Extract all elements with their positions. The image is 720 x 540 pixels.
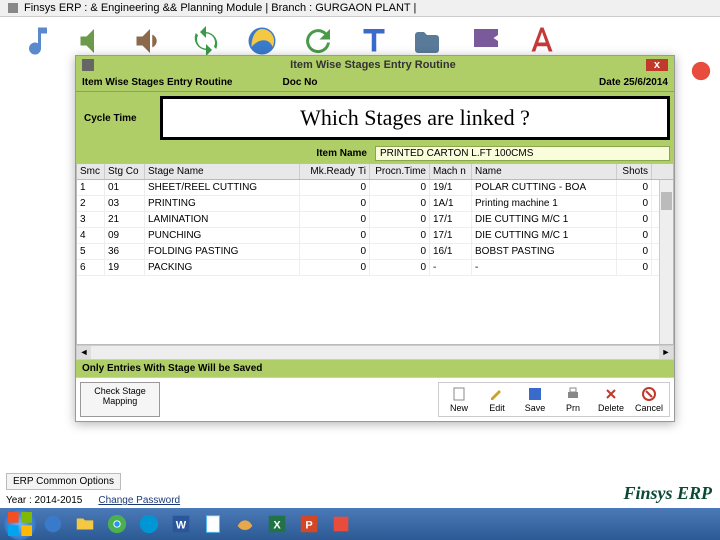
taskbar-ie-icon[interactable]: [38, 510, 68, 538]
action-buttons: New Edit Save Prn Delete Cancel: [438, 382, 670, 417]
year-label: Year : 2014-2015: [6, 495, 82, 506]
check-stage-mapping-button[interactable]: Check Stage Mapping: [80, 382, 160, 417]
taskbar-excel-icon[interactable]: X: [262, 510, 292, 538]
col-sh[interactable]: Shots: [617, 164, 652, 179]
brand-logo: Finsys ERP: [623, 483, 712, 504]
close-button[interactable]: x: [646, 59, 668, 71]
volume-icon[interactable]: [76, 23, 112, 59]
recycle-icon[interactable]: [188, 23, 224, 59]
strip-title: Item Wise Stages Entry Routine: [82, 77, 233, 88]
scroll-left-arrow[interactable]: ◄: [77, 346, 91, 359]
start-button[interactable]: [4, 508, 36, 540]
taskbar-app-icon[interactable]: [326, 510, 356, 538]
stages-entry-window: Item Wise Stages Entry Routine x Item Wi…: [75, 55, 675, 422]
taskbar-notepad-icon[interactable]: [198, 510, 228, 538]
cycle-time-label: Cycle Time: [76, 109, 156, 128]
camera-icon[interactable]: [412, 23, 448, 59]
table-row[interactable]: 536FOLDING PASTING0016/1BOBST PASTING0: [77, 244, 673, 260]
new-button[interactable]: New: [441, 385, 477, 414]
print-button[interactable]: Prn: [555, 385, 591, 414]
text-icon[interactable]: [356, 23, 392, 59]
taskbar-hp-icon[interactable]: [134, 510, 164, 538]
taskbar-chrome-icon[interactable]: [102, 510, 132, 538]
erp-common-row: ERP Common Options: [0, 471, 720, 492]
save-button[interactable]: Save: [517, 385, 553, 414]
col-stg[interactable]: Stg Co: [105, 164, 145, 179]
item-name-label: Item Name: [80, 148, 375, 159]
col-mach[interactable]: Mach n: [430, 164, 472, 179]
ie-icon[interactable]: [244, 23, 280, 59]
horizontal-scrollbar[interactable]: ◄ ►: [76, 345, 674, 360]
col-mname[interactable]: Name: [472, 164, 617, 179]
window-titlebar[interactable]: Item Wise Stages Entry Routine x: [76, 56, 674, 74]
date-value: 25/6/2014: [624, 77, 669, 88]
speaker-icon[interactable]: [132, 23, 168, 59]
item-name-row: Item Name PRINTED CARTON L.FT 100CMS: [76, 144, 674, 163]
svg-text:P: P: [305, 520, 312, 532]
save-note: Only Entries With Stage Will be Saved: [76, 360, 674, 377]
cancel-button[interactable]: Cancel: [631, 385, 667, 414]
refresh-icon[interactable]: [300, 23, 336, 59]
font-icon[interactable]: [524, 23, 560, 59]
erp-common-button[interactable]: ERP Common Options: [6, 473, 121, 490]
music-icon[interactable]: [20, 23, 56, 59]
side-icons: [690, 60, 712, 82]
table-row[interactable]: 619PACKING00--0: [77, 260, 673, 276]
red-circle-icon[interactable]: [690, 60, 712, 82]
table-row[interactable]: 409PUNCHING0017/1DIE CUTTING M/C 10: [77, 228, 673, 244]
movie-icon[interactable]: [468, 23, 504, 59]
col-name[interactable]: Stage Name: [145, 164, 300, 179]
status-strip: Year : 2014-2015 Change Password: [0, 493, 720, 508]
cycle-time-row: Cycle Time Which Stages are linked ?: [76, 91, 674, 144]
delete-button[interactable]: Delete: [593, 385, 629, 414]
app-title-text: Finsys ERP : & Engineering && Planning M…: [24, 2, 416, 14]
svg-text:W: W: [176, 520, 187, 532]
table-row[interactable]: 101SHEET/REEL CUTTING0019/1POLAR CUTTING…: [77, 180, 673, 196]
col-pr[interactable]: Procn.Time: [370, 164, 430, 179]
grid-body[interactable]: 101SHEET/REEL CUTTING0019/1POLAR CUTTING…: [76, 180, 674, 345]
doc-no-label: Doc No: [283, 77, 318, 88]
grid-header: Smc Stg Co Stage Name Mk.Ready Ti Procn.…: [76, 163, 674, 180]
col-smc[interactable]: Smc: [77, 164, 105, 179]
scroll-right-arrow[interactable]: ►: [659, 346, 673, 359]
vertical-scrollbar[interactable]: [659, 180, 673, 344]
windows-taskbar[interactable]: W X P: [0, 508, 720, 540]
taskbar-powerpoint-icon[interactable]: P: [294, 510, 324, 538]
bottom-action-row: Check Stage Mapping New Edit Save Prn De…: [76, 377, 674, 421]
col-mk[interactable]: Mk.Ready Ti: [300, 164, 370, 179]
window-title: Item Wise Stages Entry Routine: [100, 59, 646, 71]
table-row[interactable]: 321LAMINATION0017/1DIE CUTTING M/C 10: [77, 212, 673, 228]
date-label: Date: [599, 77, 621, 88]
table-row[interactable]: 203PRINTING001A/1Printing machine 10: [77, 196, 673, 212]
callout-question: Which Stages are linked ?: [160, 96, 670, 140]
item-name-value: PRINTED CARTON L.FT 100CMS: [375, 146, 670, 161]
app-titlebar: Finsys ERP : & Engineering && Planning M…: [0, 0, 720, 17]
app-icon: [8, 3, 18, 13]
window-icon: [82, 59, 94, 71]
taskbar-explorer-icon[interactable]: [70, 510, 100, 538]
change-password-link[interactable]: Change Password: [98, 495, 180, 506]
edit-button[interactable]: Edit: [479, 385, 515, 414]
scrollbar-thumb[interactable]: [661, 192, 672, 210]
taskbar-paint-icon[interactable]: [230, 510, 260, 538]
svg-text:X: X: [273, 520, 281, 532]
taskbar-word-icon[interactable]: W: [166, 510, 196, 538]
header-strip: Item Wise Stages Entry Routine Doc No Da…: [76, 74, 674, 91]
